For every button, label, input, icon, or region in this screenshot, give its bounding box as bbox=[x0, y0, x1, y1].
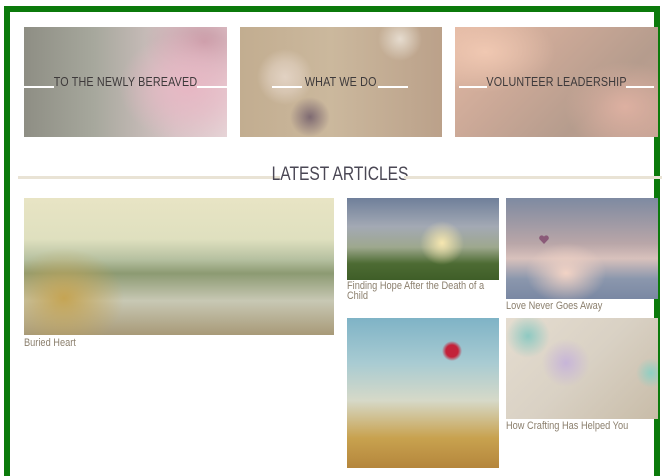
tile-label: VOLUNTEER LEADERSHIP bbox=[486, 75, 627, 89]
article-thumbnail[interactable] bbox=[347, 198, 499, 280]
tile-line-left bbox=[24, 86, 54, 88]
divider-right bbox=[404, 176, 662, 179]
heart-icon bbox=[539, 235, 549, 244]
tile-what-we-do[interactable]: WHAT WE DO bbox=[240, 27, 442, 137]
article-title[interactable]: Finding Hope After the Death of a Child bbox=[347, 281, 490, 302]
article-card[interactable]: Buried Heart bbox=[24, 198, 334, 349]
article-card[interactable]: Finding Hope After the Death of a Child bbox=[347, 198, 499, 308]
article-thumbnail[interactable] bbox=[506, 318, 658, 419]
article-title[interactable]: Love Never Goes Away bbox=[506, 301, 602, 312]
tile-newly-bereaved[interactable]: TO THE NEWLY BEREAVED bbox=[24, 27, 227, 137]
tile-line-right bbox=[626, 86, 654, 88]
article-title[interactable]: Buried Heart bbox=[24, 338, 76, 349]
article-thumbnail[interactable] bbox=[24, 198, 334, 335]
tile-volunteer-leadership[interactable]: VOLUNTEER LEADERSHIP bbox=[455, 27, 658, 137]
tile-line-right bbox=[378, 86, 408, 88]
article-thumbnail[interactable] bbox=[347, 318, 499, 468]
article-card[interactable] bbox=[347, 318, 499, 468]
article-title[interactable]: How Crafting Has Helped You bbox=[506, 421, 628, 432]
tile-label: WHAT WE DO bbox=[305, 75, 377, 89]
article-card[interactable]: Love Never Goes Away bbox=[506, 198, 658, 316]
section-title: LATEST ARTICLES bbox=[271, 164, 409, 185]
tile-line-left bbox=[459, 86, 487, 88]
article-card[interactable]: How Crafting Has Helped You bbox=[506, 318, 658, 436]
article-thumbnail[interactable] bbox=[506, 198, 658, 299]
latest-articles-heading: LATEST ARTICLES bbox=[18, 163, 662, 189]
tile-line-left bbox=[272, 86, 302, 88]
tile-line-right bbox=[197, 86, 227, 88]
tile-label: TO THE NEWLY BEREAVED bbox=[53, 75, 198, 89]
